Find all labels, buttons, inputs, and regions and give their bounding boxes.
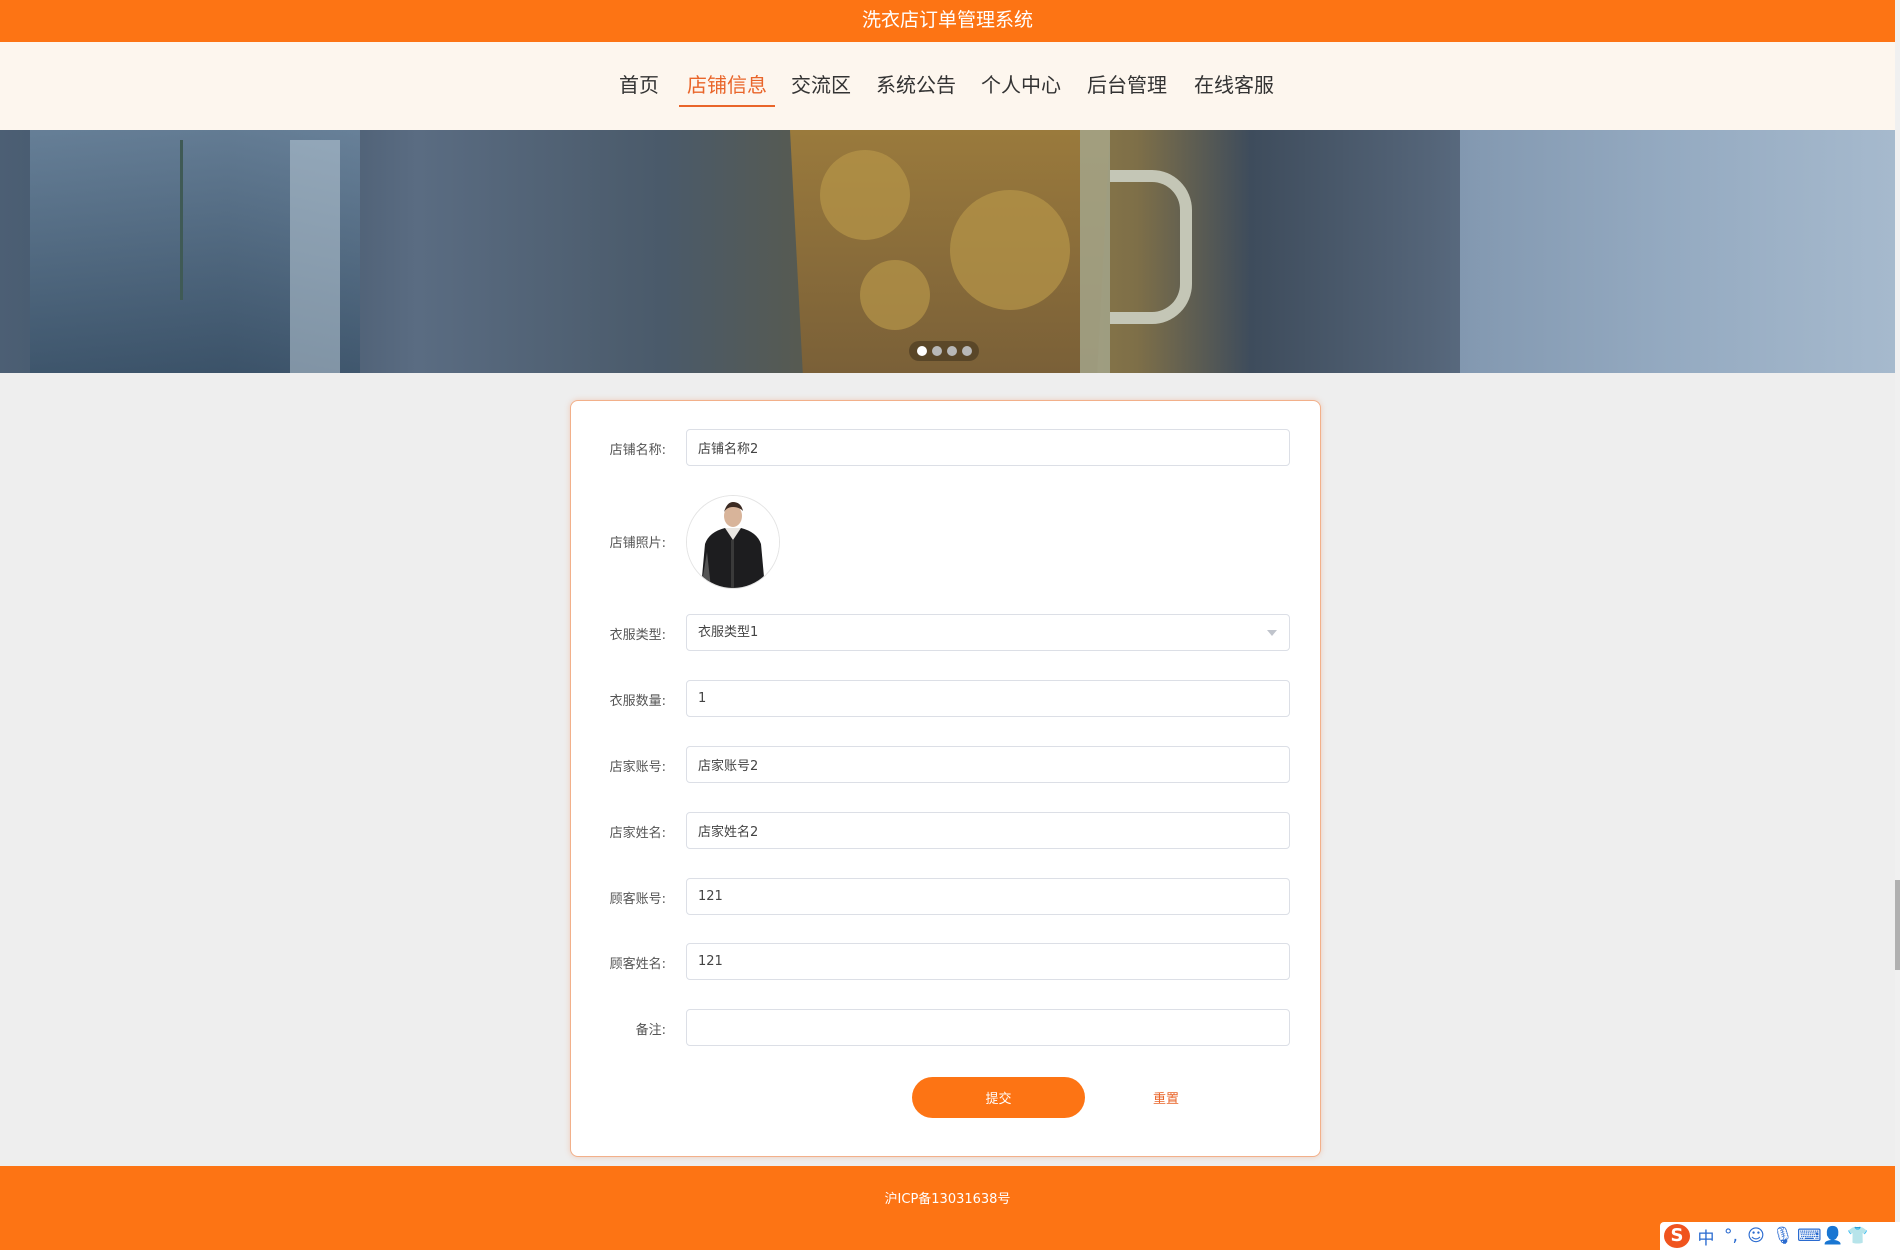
page-footer: 沪ICP备13031638号 <box>0 1166 1895 1250</box>
banner-glass-highlight <box>290 140 340 373</box>
clothes-type-label: 衣服类型: <box>609 628 666 643</box>
banner-carousel <box>0 130 1895 373</box>
submit-button[interactable]: 提交 <box>912 1077 1085 1118</box>
nav-item-announcements[interactable]: 系统公告 <box>876 72 956 112</box>
nav-item-admin[interactable]: 后台管理 <box>1087 72 1167 112</box>
carousel-indicators <box>909 341 979 361</box>
customer-name-label: 顾客姓名: <box>609 957 666 972</box>
clothes-count-input[interactable] <box>686 680 1290 717</box>
banner-window <box>1460 130 1895 373</box>
merchant-name-label: 店家姓名: <box>609 826 666 841</box>
carousel-dot-1[interactable] <box>917 346 927 356</box>
ime-punctuation-toggle[interactable]: °, <box>1722 1226 1740 1246</box>
carousel-dot-2[interactable] <box>932 346 942 356</box>
chevron-down-icon <box>1267 630 1277 636</box>
clothes-type-value: 衣服类型1 <box>698 625 759 640</box>
customer-name-input[interactable] <box>686 943 1290 980</box>
ime-toolbar: S 中 °, ☺ 🎙 ⌨ 👤 👕 <box>1660 1222 1900 1250</box>
person-photo-icon <box>687 496 779 588</box>
app-title: 洗衣店订单管理系统 <box>861 9 1033 31</box>
microphone-icon[interactable]: 🎙 <box>1772 1226 1794 1246</box>
clothes-count-label: 衣服数量: <box>609 694 666 709</box>
banner-flower <box>950 190 1070 310</box>
merchant-account-input[interactable] <box>686 746 1290 783</box>
carousel-dot-3[interactable] <box>947 346 957 356</box>
shirt-icon[interactable]: 👕 <box>1847 1226 1868 1246</box>
shop-name-input[interactable] <box>686 429 1290 466</box>
carousel-dot-4[interactable] <box>962 346 972 356</box>
shop-photo-label: 店铺照片: <box>609 536 666 551</box>
customer-account-label: 顾客账号: <box>609 892 666 907</box>
nav-item-shop-info[interactable]: 店铺信息 <box>679 72 775 112</box>
merchant-name-input[interactable] <box>686 812 1290 849</box>
remark-input[interactable] <box>686 1009 1290 1046</box>
main-nav: 首页 店铺信息 交流区 系统公告 个人中心 后台管理 在线客服 <box>0 42 1895 130</box>
clothes-type-select[interactable]: 衣服类型1 <box>686 614 1290 651</box>
app-header: 洗衣店订单管理系统 <box>0 0 1895 42</box>
nav-item-online-service[interactable]: 在线客服 <box>1194 72 1274 112</box>
banner-flower <box>860 260 930 330</box>
smiley-icon[interactable]: ☺ <box>1747 1226 1765 1246</box>
banner-flower <box>820 150 910 240</box>
banner-mug-handle <box>1110 170 1192 324</box>
banner-plant <box>180 140 243 300</box>
keyboard-icon[interactable]: ⌨ <box>1797 1226 1822 1246</box>
ime-mode-toggle[interactable]: 中 <box>1697 1224 1715 1249</box>
icp-record-text: 沪ICP备13031638号 <box>884 1192 1011 1207</box>
nav-item-personal-center[interactable]: 个人中心 <box>981 72 1061 112</box>
remark-label: 备注: <box>635 1023 666 1038</box>
reset-button[interactable]: 重置 <box>1131 1077 1201 1118</box>
user-icon[interactable]: 👤 <box>1822 1226 1843 1246</box>
merchant-account-label: 店家账号: <box>609 760 666 775</box>
nav-item-forum[interactable]: 交流区 <box>791 72 851 112</box>
customer-account-input[interactable] <box>686 878 1290 915</box>
scrollbar-thumb[interactable] <box>1895 880 1900 970</box>
page-scrollbar[interactable] <box>1895 0 1900 1250</box>
nav-item-home[interactable]: 首页 <box>619 72 659 112</box>
shop-name-label: 店铺名称: <box>609 443 666 458</box>
shop-info-form: 店铺名称: 店铺照片: 衣服类型: 衣服类型1 衣服数量: 店家账号: 店家姓名… <box>570 400 1321 1157</box>
ime-logo-icon[interactable]: S <box>1664 1224 1690 1248</box>
banner-mug-edge <box>1080 130 1110 373</box>
shop-photo-image[interactable] <box>686 495 780 589</box>
